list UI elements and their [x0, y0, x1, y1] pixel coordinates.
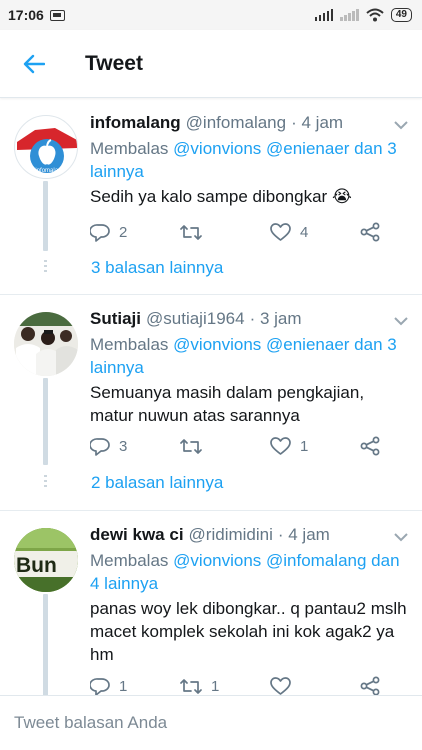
user-handle: @ridimidini: [188, 525, 273, 544]
reply-button[interactable]: 3: [90, 437, 180, 456]
crying-emoji: 😭: [331, 187, 352, 206]
reply-icon: [90, 223, 110, 242]
wifi-icon: [366, 8, 384, 22]
chevron-down-icon[interactable]: [394, 121, 408, 130]
thread-dots: [44, 260, 47, 272]
status-bar: 17:06 49: [0, 0, 422, 30]
status-icons: 49: [314, 8, 412, 22]
tweet-header: Sutiaji @sutiaji1964 · 3 jam: [90, 308, 408, 330]
tweet-actions: 1 1: [90, 676, 380, 695]
tweet-text: Semuanya masih dalam pengkajian, matur n…: [90, 383, 365, 425]
share-button[interactable]: [360, 222, 380, 242]
reply-context: Membalas @vionvions @infomalang dan 4 la…: [90, 549, 408, 595]
chevron-down-icon[interactable]: [394, 317, 408, 326]
reply-input[interactable]: [14, 713, 394, 733]
user-name[interactable]: dewi kwa ci: [90, 524, 184, 546]
thread-dots: [44, 475, 47, 487]
thread-line: [43, 181, 48, 251]
tweet-time: · 3 jam: [249, 309, 302, 328]
battery-icon: 49: [390, 8, 412, 22]
reply-button[interactable]: 1: [90, 677, 180, 695]
like-button[interactable]: 4: [270, 223, 360, 241]
tweet-body: Sutiaji @sutiaji1964 · 3 jam Membalas @v…: [90, 308, 408, 427]
more-replies-link[interactable]: 2 balasan lainnya: [91, 473, 223, 493]
reply-button[interactable]: 2: [90, 223, 180, 242]
heart-icon: [270, 437, 291, 455]
avatar-image: @infomalang: [17, 128, 77, 174]
reply-item[interactable]: @infomalang infomalang @infomalang · 4 j…: [0, 98, 422, 295]
replies-feed[interactable]: @infomalang infomalang @infomalang · 4 j…: [0, 98, 422, 695]
tweet-text-content: Sedih ya kalo sampe dibongkar: [90, 187, 328, 206]
user-name[interactable]: infomalang: [90, 112, 181, 134]
like-count: 1: [300, 437, 309, 455]
page-title: Tweet: [85, 51, 143, 75]
back-button[interactable]: [0, 30, 68, 98]
share-button[interactable]: [360, 436, 380, 456]
avatar-label: Bun: [16, 554, 57, 577]
retweet-button[interactable]: 1: [180, 678, 270, 695]
tweet-body: dewi kwa ci @ridimidini · 4 jam Membalas…: [90, 524, 408, 666]
tweet-time: · 4 jam: [277, 525, 330, 544]
avatar-image: [14, 312, 78, 376]
reply-compose-bar: [0, 695, 422, 750]
heart-icon: [270, 223, 291, 241]
reply-prefix: Membalas: [90, 139, 169, 158]
tweet-text: Sedih ya kalo sampe dibongkar 😭: [90, 185, 408, 208]
user-name[interactable]: Sutiaji: [90, 308, 141, 330]
chevron-down-icon[interactable]: [394, 533, 408, 542]
reply-count: 2: [119, 223, 128, 241]
retweet-count: 1: [211, 677, 220, 695]
like-button[interactable]: [270, 677, 360, 695]
reply-prefix: Membalas: [90, 551, 169, 570]
retweet-button[interactable]: [180, 224, 270, 241]
tweet-time: · 4 jam: [291, 113, 344, 132]
reply-item[interactable]: Bun dewi kwa ci @ridimidini · 4 jam Memb…: [0, 511, 422, 695]
tweet-header: dewi kwa ci @ridimidini · 4 jam: [90, 524, 408, 546]
thread-line: [43, 594, 48, 695]
like-count: 4: [300, 223, 309, 241]
share-icon: [360, 676, 380, 695]
signal-icon: [314, 9, 334, 21]
reply-icon: [90, 677, 110, 695]
reply-item[interactable]: Sutiaji @sutiaji1964 · 3 jam Membalas @v…: [0, 295, 422, 511]
avatar-image: Bun: [14, 528, 78, 592]
tweet-text: panas woy lek dibongkar.. q pantau2 mslh…: [90, 599, 407, 664]
user-handle: @sutiaji1964: [146, 309, 245, 328]
retweet-icon: [180, 224, 202, 240]
reply-context: Membalas @vionvions @enienaer dan 3 lain…: [90, 333, 408, 379]
status-time: 17:06: [8, 7, 44, 23]
share-icon: [360, 222, 380, 242]
tweet-actions: 2 4: [90, 222, 380, 242]
reply-prefix: Membalas: [90, 335, 169, 354]
tweet-body: infomalang @infomalang · 4 jam Membalas …: [90, 112, 408, 208]
retweet-icon: [180, 678, 202, 694]
reply-count: 1: [119, 677, 128, 695]
share-icon: [360, 436, 380, 456]
avatar-label: @infomalang: [29, 168, 64, 174]
user-handle: @infomalang: [185, 113, 287, 132]
notification-icon: [49, 9, 65, 21]
arrow-left-icon: [23, 54, 45, 73]
app-header: Tweet: [0, 30, 422, 98]
avatar[interactable]: @infomalang: [14, 115, 78, 179]
share-button[interactable]: [360, 676, 380, 695]
tweet-actions: 3 1: [90, 436, 380, 456]
avatar[interactable]: Bun: [14, 528, 78, 592]
avatar[interactable]: [14, 312, 78, 376]
heart-icon: [270, 677, 291, 695]
more-replies-link[interactable]: 3 balasan lainnya: [91, 258, 223, 278]
reply-context: Membalas @vionvions @enienaer dan 3 lain…: [90, 137, 408, 183]
signal-off-icon: [340, 9, 359, 21]
retweet-button[interactable]: [180, 438, 270, 455]
reply-count: 3: [119, 437, 128, 455]
like-button[interactable]: 1: [270, 437, 360, 455]
thread-line: [43, 378, 48, 465]
tweet-header: infomalang @infomalang · 4 jam: [90, 112, 408, 134]
reply-icon: [90, 437, 110, 456]
retweet-icon: [180, 438, 202, 454]
